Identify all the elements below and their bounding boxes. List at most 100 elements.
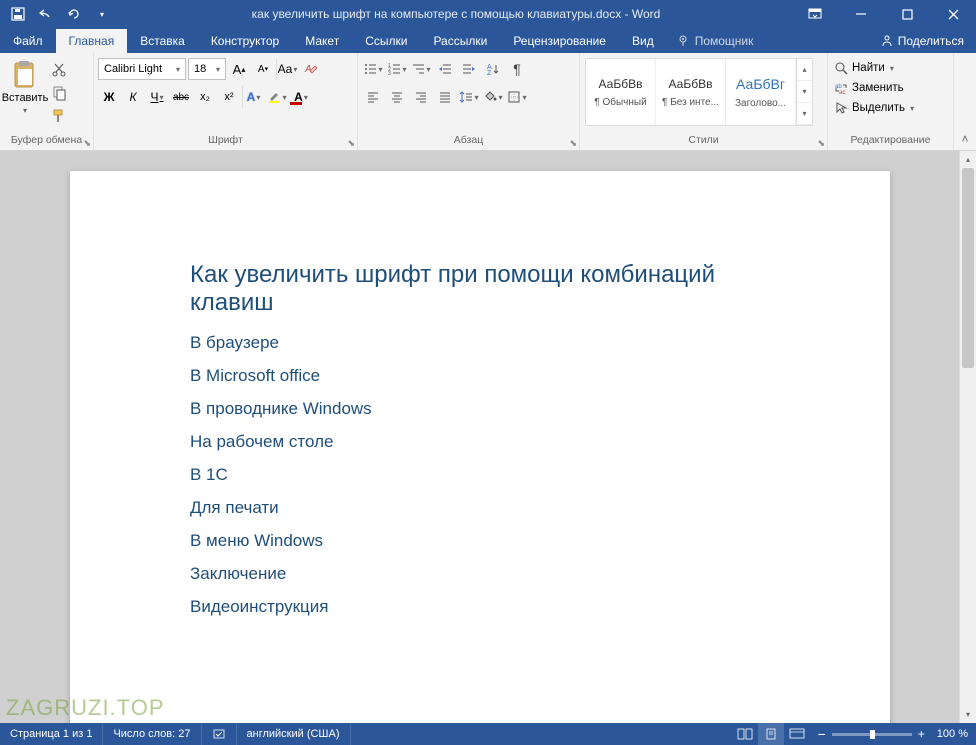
doc-line: На рабочем столе	[190, 432, 770, 452]
text-effects-icon[interactable]: A▾	[242, 86, 264, 108]
tab-view[interactable]: Вид	[619, 29, 667, 53]
find-button[interactable]: Найти▾	[832, 60, 916, 76]
window-controls	[792, 0, 976, 28]
ribbon-opts-icon[interactable]	[792, 0, 838, 28]
font-color-icon[interactable]: A▾	[290, 86, 312, 108]
align-left-icon[interactable]	[362, 86, 384, 108]
tab-insert[interactable]: Вставка	[127, 29, 198, 53]
align-right-icon[interactable]	[410, 86, 432, 108]
svg-text:ac: ac	[839, 90, 845, 95]
group-styles: АаБбВв ¶ Обычный АаБбВв ¶ Без инте... Аа…	[580, 53, 828, 150]
group-styles-label: Стили	[580, 134, 827, 150]
view-print-icon[interactable]	[758, 723, 784, 745]
status-words[interactable]: Число слов: 27	[103, 723, 201, 745]
scroll-up-icon[interactable]: ▴	[960, 151, 976, 168]
collapse-ribbon-icon[interactable]: ˄	[954, 53, 976, 150]
copy-icon[interactable]	[48, 83, 70, 103]
show-marks-icon[interactable]: ¶	[506, 58, 528, 80]
view-web-icon[interactable]	[784, 723, 810, 745]
superscript-button[interactable]: x²	[218, 86, 240, 108]
zoom-out-icon[interactable]: −	[818, 726, 826, 742]
shrink-font-icon[interactable]: A▾	[252, 58, 274, 80]
group-editing: Найти▾ abac Заменить Выделить▾ Редактиро…	[828, 53, 954, 150]
vertical-scrollbar[interactable]: ▴ ▾	[959, 151, 976, 723]
font-name-value: Calibri Light	[104, 63, 162, 75]
indent-icon[interactable]	[458, 58, 480, 80]
tell-me-label: Помощник	[695, 34, 754, 48]
view-read-icon[interactable]	[732, 723, 758, 745]
svg-text:3: 3	[388, 71, 391, 76]
share-button[interactable]: Поделиться	[868, 29, 976, 53]
strike-button[interactable]: abc	[170, 86, 192, 108]
zoom-value[interactable]: 100 %	[937, 728, 968, 740]
doc-line: В браузере	[190, 333, 770, 353]
format-painter-icon[interactable]	[48, 106, 70, 126]
outdent-icon[interactable]	[434, 58, 456, 80]
tab-review[interactable]: Рецензирование	[500, 29, 619, 53]
styles-up-icon[interactable]: ▴	[797, 59, 812, 81]
status-proof-icon[interactable]	[202, 723, 237, 745]
underline-button[interactable]: Ч▾	[146, 86, 168, 108]
borders-icon[interactable]: ▾	[506, 86, 528, 108]
tab-references[interactable]: Ссылки	[352, 29, 420, 53]
doc-line: Видеоинструкция	[190, 597, 770, 617]
ribbon: Вставить ▾ Буфер обмена ⬊ Calibri Light▾…	[0, 53, 976, 151]
quick-access-toolbar: ▾	[0, 0, 120, 28]
tab-layout[interactable]: Макет	[292, 29, 352, 53]
ribbon-tabs: Файл Главная Вставка Конструктор Макет С…	[0, 28, 976, 53]
group-clipboard: Вставить ▾ Буфер обмена ⬊	[0, 53, 94, 150]
undo-icon[interactable]	[32, 0, 60, 28]
qa-customize-icon[interactable]: ▾	[88, 0, 116, 28]
minimize-icon[interactable]	[838, 0, 884, 28]
save-icon[interactable]	[4, 0, 32, 28]
cut-icon[interactable]	[48, 60, 70, 80]
paste-button[interactable]: Вставить ▾	[4, 56, 46, 115]
zoom-slider[interactable]	[832, 733, 912, 736]
italic-button[interactable]: К	[122, 86, 144, 108]
document-page[interactable]: Как увеличить шрифт при помощи комбинаци…	[70, 171, 890, 723]
align-center-icon[interactable]	[386, 86, 408, 108]
line-spacing-icon[interactable]: ▾	[458, 86, 480, 108]
style-normal[interactable]: АаБбВв ¶ Обычный	[586, 59, 656, 125]
style-heading1[interactable]: АаБбВг Заголово...	[726, 59, 796, 125]
select-button[interactable]: Выделить▾	[832, 100, 916, 116]
change-case-icon[interactable]: Aa▾	[276, 58, 298, 80]
window-title: как увеличить шрифт на компьютере с помо…	[120, 7, 792, 21]
font-launcher-icon[interactable]: ⬊	[347, 138, 355, 149]
sort-icon[interactable]: AZ	[482, 58, 504, 80]
clear-format-icon[interactable]: A	[300, 58, 322, 80]
multilevel-icon[interactable]: ▾	[410, 58, 432, 80]
clipboard-launcher-icon[interactable]: ⬊	[83, 138, 91, 149]
tab-home[interactable]: Главная	[56, 29, 128, 53]
status-lang[interactable]: английский (США)	[237, 723, 351, 745]
maximize-icon[interactable]	[884, 0, 930, 28]
grow-font-icon[interactable]: A▴	[228, 58, 250, 80]
bullets-icon[interactable]: ▾	[362, 58, 384, 80]
shading-icon[interactable]: ▾	[482, 86, 504, 108]
styles-more-icon[interactable]: ▾	[797, 103, 812, 125]
numbering-icon[interactable]: 123▾	[386, 58, 408, 80]
styles-gallery[interactable]: АаБбВв ¶ Обычный АаБбВв ¶ Без инте... Аа…	[585, 58, 813, 126]
bold-button[interactable]: Ж	[98, 86, 120, 108]
style-nospacing[interactable]: АаБбВв ¶ Без инте...	[656, 59, 726, 125]
replace-button[interactable]: abac Заменить	[832, 80, 916, 96]
subscript-button[interactable]: x₂	[194, 86, 216, 108]
tab-mailings[interactable]: Рассылки	[420, 29, 500, 53]
styles-down-icon[interactable]: ▾	[797, 81, 812, 103]
justify-icon[interactable]	[434, 86, 456, 108]
scroll-down-icon[interactable]: ▾	[960, 706, 976, 723]
font-name-select[interactable]: Calibri Light▾	[98, 58, 186, 80]
group-editing-label: Редактирование	[828, 134, 953, 150]
scroll-thumb[interactable]	[962, 168, 974, 368]
close-icon[interactable]	[930, 0, 976, 28]
tab-design[interactable]: Конструктор	[198, 29, 292, 53]
zoom-in-icon[interactable]: +	[918, 727, 925, 741]
styles-launcher-icon[interactable]: ⬊	[817, 138, 825, 149]
tell-me[interactable]: Помощник	[667, 29, 764, 53]
status-page[interactable]: Страница 1 из 1	[0, 723, 103, 745]
font-size-select[interactable]: 18▾	[188, 58, 226, 80]
highlight-icon[interactable]: ▾	[266, 86, 288, 108]
redo-icon[interactable]	[60, 0, 88, 28]
paragraph-launcher-icon[interactable]: ⬊	[569, 138, 577, 149]
tab-file[interactable]: Файл	[0, 29, 56, 53]
